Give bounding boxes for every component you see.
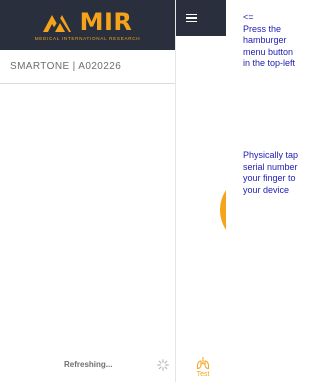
hint-line: Press the [243,23,282,34]
top-bar [176,0,226,36]
device-illustration [220,174,226,246]
brand-header: MIR MEDICAL INTERNATIONAL RESEARCH [0,0,175,50]
hint-arrow: <= [243,12,254,22]
main-content [176,0,226,382]
tap-hint: Physically tap serial number your finger… [243,150,320,196]
refreshing-status: Refreshing... [64,359,113,369]
side-menu: MIR MEDICAL INTERNATIONAL RESEARCH SMART… [0,0,176,382]
spinner-icon [157,359,169,371]
hint-line: your device [243,184,290,195]
tab-test[interactable]: Test [189,356,217,378]
hint-line: in the top-left [243,58,296,68]
device-label[interactable]: SMARTONE | A020226 [0,50,175,84]
mir-logo-icon [42,12,77,32]
hint-line: serial number [243,161,298,172]
hint-line: menu button [243,46,294,57]
brand-tagline: MEDICAL INTERNATIONAL RESEARCH [34,35,141,41]
hamburger-menu-icon[interactable] [186,12,197,25]
menu-hint: <= Press the hamburger menu button in th… [243,12,320,70]
hint-line: your finger to [243,173,296,183]
sidebar-footer: Refreshing... [0,346,176,382]
lungs-icon [196,357,210,370]
tab-test-label: Test [196,371,210,378]
hint-line: hamburger [243,35,287,45]
hint-line: Physically tap [243,150,299,160]
brand-name: MIR [79,7,133,36]
